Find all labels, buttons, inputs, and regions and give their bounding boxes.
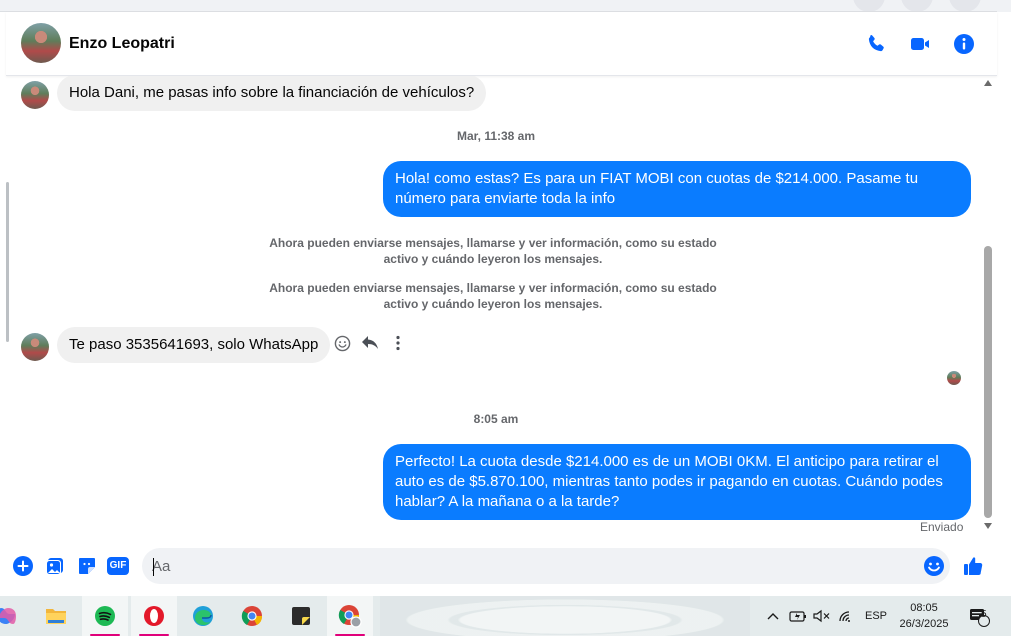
system-message-line: Ahora pueden enviarse mensajes, llamarse… (269, 236, 717, 250)
file-explorer-icon[interactable] (33, 596, 79, 636)
sticker-icon[interactable] (76, 555, 98, 577)
sender-avatar (21, 333, 49, 361)
message-composer: GIF (6, 542, 997, 594)
react-emoji-icon[interactable] (333, 334, 351, 352)
system-message: Ahora pueden enviarse mensajes, llamarse… (242, 280, 744, 312)
spotify-app-icon[interactable] (82, 596, 128, 636)
emoji-icon[interactable] (923, 555, 945, 577)
contact-avatar[interactable] (21, 23, 61, 63)
scroll-up-arrow[interactable] (984, 80, 992, 86)
notifications-icon[interactable]: 5 (968, 596, 990, 636)
gif-label: GIF (107, 557, 129, 575)
sticky-notes-app-icon[interactable] (278, 596, 324, 636)
more-options-icon[interactable] (389, 334, 407, 352)
message-scrollbar[interactable] (981, 76, 995, 536)
wifi-icon[interactable] (838, 596, 856, 636)
windows-taskbar: ESP 08:05 26/3/2025 5 (0, 596, 1011, 636)
volume-muted-icon[interactable] (813, 596, 831, 636)
contact-name[interactable]: Enzo Leopatri (69, 35, 175, 53)
system-message-line: activo y cuándo leyeron los mensajes. (383, 297, 603, 311)
chat-window: Enzo Leopatri Hola Dani, me pasas info s… (6, 12, 997, 594)
gif-icon[interactable]: GIF (107, 555, 129, 577)
system-message-line: activo y cuándo leyeron los mensajes. (383, 252, 603, 266)
chat-header: Enzo Leopatri (6, 12, 997, 76)
clock-date: 26/3/2025 (899, 618, 949, 630)
text-caret (153, 558, 154, 576)
message-list: Hola Dani, me pasas info sobre la financ… (6, 76, 982, 536)
system-clock[interactable]: 08:05 26/3/2025 (893, 600, 955, 632)
scroll-down-arrow[interactable] (984, 523, 992, 529)
show-hidden-icons-icon[interactable] (766, 596, 780, 636)
video-call-icon[interactable] (908, 32, 932, 56)
incoming-message[interactable]: Te paso 3535641693, solo WhatsApp (57, 327, 331, 363)
photo-attach-icon[interactable] (44, 555, 66, 577)
outgoing-message[interactable]: Perfecto! La cuota desde $214.000 es de … (383, 444, 971, 520)
scroll-thumb[interactable] (984, 246, 992, 518)
notification-count: 5 (981, 609, 987, 620)
phone-call-icon[interactable] (864, 32, 888, 56)
message-actions (333, 334, 407, 352)
input-language[interactable]: ESP (865, 596, 887, 636)
add-more-icon[interactable] (12, 555, 34, 577)
opera-app-icon[interactable] (131, 596, 177, 636)
read-receipt-avatar (947, 371, 961, 385)
copilot-app-icon[interactable] (0, 596, 30, 636)
incoming-message[interactable]: Hola Dani, me pasas info sobre la financ… (57, 76, 487, 111)
chrome-app-icon[interactable] (229, 596, 275, 636)
edge-app-icon[interactable] (180, 596, 226, 636)
info-icon[interactable] (952, 32, 976, 56)
outgoing-message[interactable]: Hola! como estas? Es para un FIAT MOBI c… (383, 161, 971, 217)
clock-time: 08:05 (910, 602, 938, 614)
timestamp: Mar, 11:38 am (456, 129, 536, 143)
message-input[interactable] (142, 548, 950, 584)
reply-icon[interactable] (361, 334, 379, 352)
system-message: Ahora pueden enviarse mensajes, llamarse… (242, 235, 744, 267)
sender-avatar (21, 81, 49, 109)
delivery-status: Enviado (920, 520, 964, 534)
chrome-profile-app-icon[interactable] (327, 596, 373, 636)
like-thumb-icon[interactable] (962, 555, 984, 577)
timestamp: 8:05 am (473, 412, 519, 426)
battery-charging-icon[interactable] (789, 596, 807, 636)
system-message-line: Ahora pueden enviarse mensajes, llamarse… (269, 281, 717, 295)
taskbar-background-decoration (380, 596, 750, 636)
